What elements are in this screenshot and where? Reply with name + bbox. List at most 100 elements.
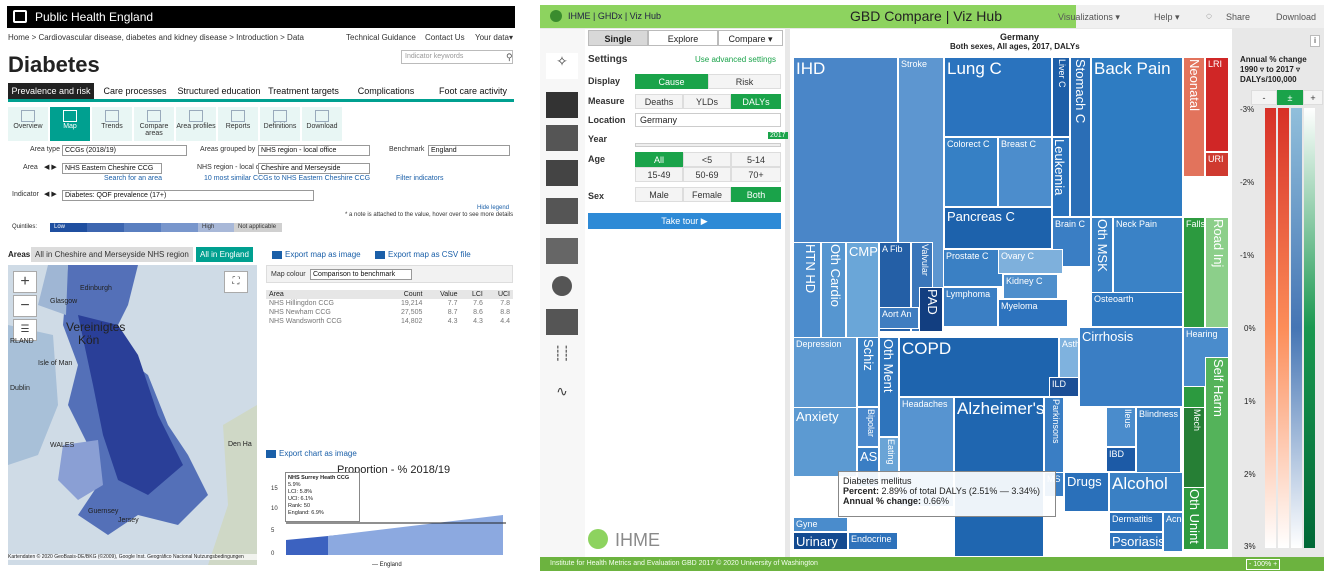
treemap-tile[interactable]: Osteoarth: [1091, 292, 1183, 327]
tab-prevalence-and-risk[interactable]: Prevalence and risk: [8, 83, 94, 99]
treemap-tile[interactable]: LRI: [1205, 57, 1229, 152]
export-chart-image-button[interactable]: Export chart as image: [266, 449, 357, 458]
link-your-data[interactable]: Your data▾: [475, 33, 513, 42]
treemap-tile[interactable]: URI: [1205, 152, 1229, 177]
tool-area-profiles[interactable]: Area profiles: [176, 107, 216, 141]
treemap-tile[interactable]: Neonatal: [1183, 57, 1205, 177]
similar-ccgs-link[interactable]: 10 most similar CCGs to NHS Eastern Ches…: [204, 175, 370, 182]
treemap-tile[interactable]: Stomach C: [1070, 57, 1091, 217]
treemap-tile[interactable]: Oth Ment: [879, 337, 899, 437]
filter-indicators-link[interactable]: Filter indicators: [396, 175, 443, 182]
tab-treatment-targets[interactable]: Treatment targets: [266, 83, 341, 99]
treemap-tile[interactable]: Urinary: [793, 532, 848, 550]
age-under5-button[interactable]: <5: [683, 152, 731, 167]
treemap-tile[interactable]: Bipolar: [857, 407, 879, 447]
treemap-tile[interactable]: Self Harm: [1205, 357, 1229, 550]
zoom-in-button[interactable]: +: [13, 271, 37, 293]
treemap-tile[interactable]: Oth Unint: [1183, 487, 1205, 550]
zoom-out-button[interactable]: −: [13, 295, 37, 317]
nav-download[interactable]: Download: [1276, 12, 1316, 22]
year-slider[interactable]: [635, 143, 781, 147]
treemap-tile[interactable]: Liver C: [1052, 57, 1070, 137]
indicator-prev-next-icon[interactable]: ◀ ▶: [44, 190, 57, 198]
treemap-tile[interactable]: Gyne: [793, 517, 848, 532]
age-15-49-button[interactable]: 15-49: [635, 167, 683, 182]
fullscreen-icon[interactable]: ⛶: [224, 271, 248, 293]
globe-icon[interactable]: ◌: [1206, 11, 1212, 22]
nav-help[interactable]: Help ▾: [1154, 12, 1180, 23]
viz-pattern-icon[interactable]: [546, 160, 578, 186]
info-button[interactable]: i: [1310, 35, 1320, 47]
sex-female-button[interactable]: Female: [683, 187, 731, 202]
search-area-link[interactable]: Search for an area: [104, 175, 162, 182]
legend-decrease-button[interactable]: -: [1251, 90, 1277, 105]
nav-share[interactable]: Share: [1226, 12, 1250, 22]
hide-legend-link[interactable]: Hide legend: [477, 205, 509, 211]
treemap-tile[interactable]: Acne: [1163, 512, 1183, 552]
display-risk-button[interactable]: Risk: [708, 74, 781, 89]
col-uci[interactable]: UCI: [486, 290, 513, 299]
tab-complications[interactable]: Complications: [355, 83, 417, 99]
treemap-tile[interactable]: CMP: [846, 242, 879, 342]
col-area[interactable]: Area: [266, 290, 384, 299]
indicator-search-input[interactable]: Indicator keywords: [401, 50, 513, 64]
col-count[interactable]: Count: [384, 290, 425, 299]
search-icon[interactable]: ⚲: [506, 52, 513, 63]
treemap-tile[interactable]: PAD: [919, 287, 943, 332]
tool-map[interactable]: Map: [50, 107, 90, 141]
indicator-select[interactable]: Diabetes: QOF prevalence (17+): [62, 190, 314, 201]
age-50-69-button[interactable]: 50-69: [683, 167, 731, 182]
treemap-tile[interactable]: Breast C: [998, 137, 1052, 207]
area-select[interactable]: NHS Eastern Cheshire CCG: [62, 163, 162, 174]
table-row[interactable]: NHS Newham CCG 27,505 8.7 8.6 8.8: [266, 308, 513, 317]
treemap-tile[interactable]: Alcohol: [1109, 472, 1183, 512]
areas-tab-england[interactable]: All in England: [196, 247, 253, 262]
treemap-tile[interactable]: Oth Cardio: [821, 242, 846, 342]
treemap-tile[interactable]: Lymphoma: [943, 287, 998, 327]
tool-definitions[interactable]: Definitions: [260, 107, 300, 141]
treemap-tile[interactable]: COPD: [899, 337, 1059, 397]
tab-compare[interactable]: Compare ▾: [718, 30, 783, 46]
treemap-tile[interactable]: Endocrine: [848, 532, 898, 550]
tool-trends[interactable]: Trends: [92, 107, 132, 141]
viz-heatmap-icon[interactable]: [546, 309, 578, 335]
tab-foot-care-activity[interactable]: Foot care activity: [432, 83, 514, 99]
treemap-tile[interactable]: Ileus: [1106, 407, 1136, 447]
tool-download[interactable]: Download: [302, 107, 342, 141]
treemap-tile[interactable]: Cirrhosis: [1079, 327, 1183, 407]
region-select[interactable]: Cheshire and Merseyside: [258, 163, 370, 174]
treemap-tile[interactable]: Psoriasis: [1109, 532, 1163, 550]
treemap-tile[interactable]: Pancreas C: [944, 207, 1052, 249]
breadcrumb[interactable]: Home > Cardiovascular disease, diabetes …: [8, 33, 304, 42]
table-row[interactable]: NHS Hillingdon CCG 19,214 7.7 7.6 7.8: [266, 299, 513, 308]
age-all-button[interactable]: All: [635, 152, 683, 167]
ihme-brand[interactable]: IHME | GHDx | Viz Hub: [568, 11, 661, 21]
tool-overview[interactable]: Overview: [8, 107, 48, 141]
advanced-settings-link[interactable]: Use advanced settings: [695, 55, 776, 64]
treemap-tile[interactable]: Prostate C: [943, 249, 1003, 287]
nav-visualizations[interactable]: Visualizations ▾: [1058, 12, 1120, 23]
location-select[interactable]: Germany: [635, 113, 781, 127]
treemap-tile[interactable]: Schiz: [857, 337, 879, 407]
treemap-tile[interactable]: Blindness: [1136, 407, 1181, 477]
treemap-tile[interactable]: Colorect C: [944, 137, 998, 207]
viz-map-icon[interactable]: ✧: [546, 53, 578, 79]
legend-year-range[interactable]: 1990 ▿ to 2017 ▿: [1240, 65, 1300, 74]
tool-compare-areas[interactable]: Compare areas: [134, 107, 174, 141]
grouped-by-select[interactable]: NHS region - local office: [258, 145, 370, 156]
tab-single[interactable]: Single: [588, 30, 648, 46]
tab-structured-education[interactable]: Structured education: [175, 83, 263, 99]
viz-treemap-icon[interactable]: [546, 92, 578, 118]
display-cause-button[interactable]: Cause: [635, 74, 708, 89]
treemap-tile[interactable]: Dermatitis: [1109, 512, 1163, 532]
benchmark-select[interactable]: England: [428, 145, 510, 156]
viz-sunburst-icon[interactable]: [546, 273, 578, 299]
viz-line-icon[interactable]: ∿: [546, 383, 578, 409]
link-technical-guidance[interactable]: Technical Guidance: [346, 33, 416, 42]
export-map-csv-button[interactable]: Export map as CSV file: [375, 250, 471, 259]
viz-arrow-icon[interactable]: [546, 125, 578, 151]
treemap-tile[interactable]: HTN HD: [793, 242, 821, 342]
tab-care-processes[interactable]: Care processes: [100, 83, 170, 99]
area-type-select[interactable]: CCGs (2018/19): [62, 145, 187, 156]
treemap-tile[interactable]: Back Pain: [1091, 57, 1183, 217]
